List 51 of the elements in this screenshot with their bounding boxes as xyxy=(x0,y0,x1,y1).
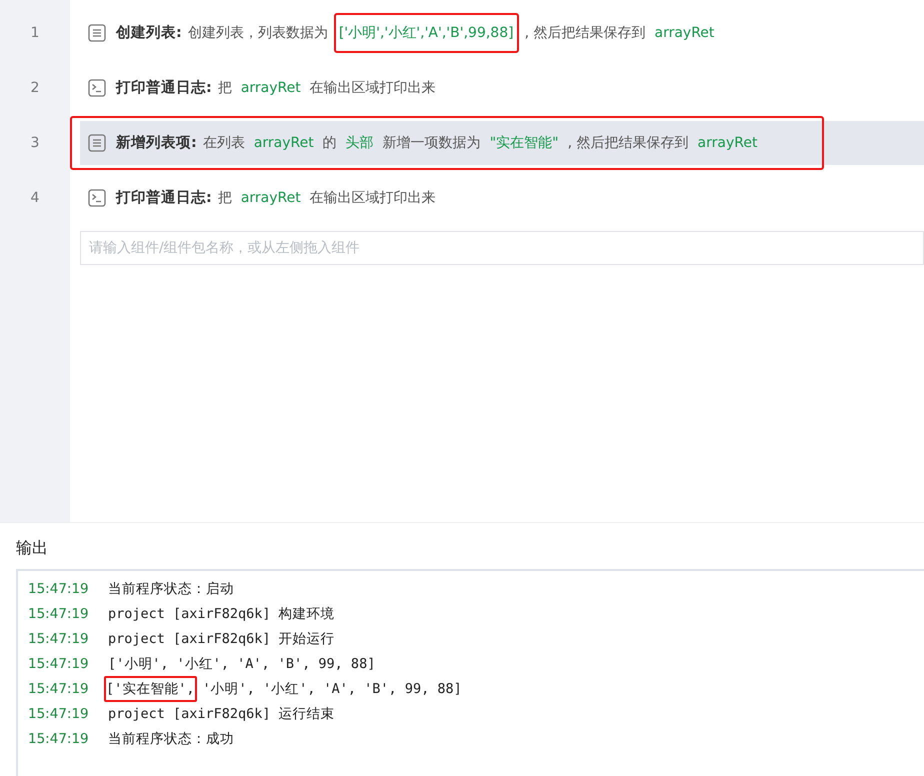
step-text: , 然后把结果保存到 xyxy=(568,134,689,152)
list-icon xyxy=(88,24,106,42)
step-title: 打印普通日志: xyxy=(116,188,212,207)
log-message: project [axirF82q6k] 开始运行 xyxy=(108,630,335,648)
log-message: project [axirF82q6k] 构建环境 xyxy=(108,604,335,622)
log-message: 当前程序状态：成功 xyxy=(108,730,234,748)
log-time: 15:47:19 xyxy=(28,706,90,722)
step-text: 在输出区域打印出来 xyxy=(310,78,436,96)
step-text: 在输出区域打印出来 xyxy=(310,188,436,206)
step-text: 在列表 xyxy=(202,134,245,152)
variable-value: "实在智能" xyxy=(488,134,560,152)
line-number: 2 xyxy=(30,80,40,96)
step-title: 打印普通日志: xyxy=(116,78,212,97)
step-row[interactable]: 打印普通日志: 把 arrayRet 在输出区域打印出来 xyxy=(70,176,924,220)
variable-value: arrayRet xyxy=(696,134,758,150)
step-row[interactable]: 打印普通日志: 把 arrayRet 在输出区域打印出来 xyxy=(70,66,924,110)
step-text: 把 xyxy=(218,188,232,206)
variable-value: 头部 xyxy=(344,134,375,152)
step-title: 新增列表项: xyxy=(116,134,197,152)
step-row[interactable]: 新增列表项: 在列表 arrayRet 的 头部 新增一项数据为 "实在智能" , 然后把结果保存到 arrayRet xyxy=(80,120,924,164)
step-row[interactable]: 创建列表: 创建列表，列表数据为 ['小明','小红','A','B',99,88] , 然后把结果保存到 arrayRet xyxy=(70,10,924,54)
log-message: 当前程序状态：启动 xyxy=(108,580,234,598)
line-number: 3 xyxy=(30,134,40,150)
log-message: project [axirF82q6k] 运行结束 xyxy=(108,704,335,722)
step-text: 把 xyxy=(218,78,232,96)
variable-value: ['小明','小红','A','B',99,88] xyxy=(334,12,519,52)
step-text: 创建列表，列表数据为 xyxy=(188,24,328,42)
line-number: 1 xyxy=(30,24,40,40)
log-time: 15:47:19 xyxy=(28,580,90,596)
log-message: ['实在智能', xyxy=(104,676,197,702)
terminal-icon xyxy=(88,188,106,206)
log-time: 15:47:19 xyxy=(28,680,90,696)
log-message: ['小明', '小红', 'A', 'B', 99, 88] xyxy=(108,654,376,672)
step-text: , 然后把结果保存到 xyxy=(524,24,646,42)
variable-value: arrayRet xyxy=(240,80,302,96)
log-time: 15:47:19 xyxy=(28,630,90,646)
step-text: 的 xyxy=(322,134,337,152)
list-icon xyxy=(88,134,106,152)
variable-value: arrayRet xyxy=(654,24,716,40)
step-title: 创建列表: xyxy=(116,24,182,42)
search-field[interactable]: 请输入组件/组件包名称，或从左侧拖入组件 xyxy=(80,231,924,265)
log-message: '小明', '小红', 'A', 'B', 99, 88] xyxy=(202,680,462,698)
log-time: 15:47:19 xyxy=(28,606,90,622)
log-time: 15:47:19 xyxy=(28,656,90,672)
step-text: 新增一项数据为 xyxy=(382,134,481,152)
line-number: 4 xyxy=(30,190,40,206)
variable-value: arrayRet xyxy=(240,190,302,206)
section-title: 输出 xyxy=(16,538,49,559)
variable-value: arrayRet xyxy=(252,134,315,150)
log-time: 15:47:19 xyxy=(28,730,90,746)
terminal-icon xyxy=(88,78,106,96)
